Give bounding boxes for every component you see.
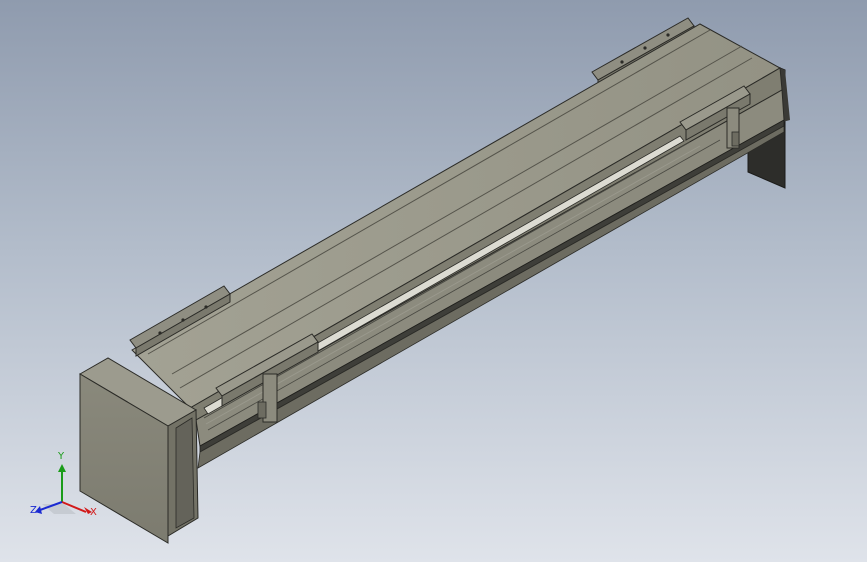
linear-actuator-model[interactable]	[0, 0, 867, 562]
y-axis-label: Y	[58, 451, 65, 462]
z-axis-label: Z	[30, 505, 37, 516]
y-arrow-icon	[58, 464, 66, 472]
cad-viewport[interactable]: Y X Z	[0, 0, 867, 562]
x-axis-label: X	[90, 507, 97, 518]
